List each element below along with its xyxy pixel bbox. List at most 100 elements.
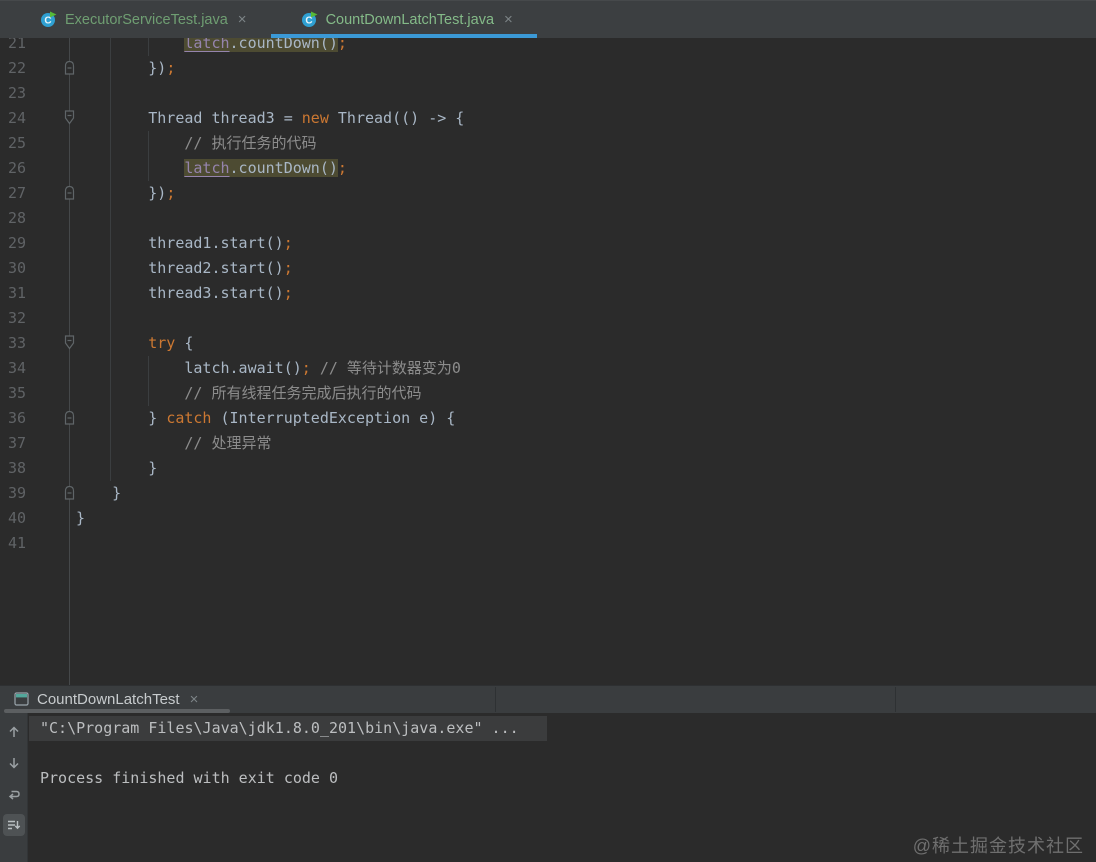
editor-line-row: 29 thread1.start(); [0,231,1096,256]
console-toolbar [0,713,28,862]
console-text: "C:\Program Files\Java\jdk1.8.0_201\bin\… [40,719,519,737]
editor-line-row: 36 } catch (InterruptedException e) { [0,406,1096,431]
code-token: } [76,409,167,427]
code-token: ; [166,59,176,77]
fold-end-icon[interactable] [62,184,77,201]
code-token: .countDown() [229,38,338,52]
code-token: new [301,109,329,127]
fold-end-icon[interactable] [62,59,77,76]
fold-start-icon[interactable] [62,109,77,126]
code-token: } [76,459,158,477]
editor-line-row: 21 latch.countDown(); [0,38,1096,56]
code-token: // 所有线程任务完成后执行的代码 [184,384,422,402]
run-console-tab[interactable]: CountDownLatchTest × [4,687,208,711]
code-line[interactable]: // 处理异常 [76,431,271,456]
scroll-to-end-icon[interactable] [2,814,25,836]
editor-line-row: 37 // 处理异常 [0,431,1096,456]
editor-line-row: 25 // 执行任务的代码 [0,131,1096,156]
line-number: 32 [8,309,27,327]
console-line: Process finished with exit code 0 [29,766,1096,791]
code-token: ; [301,359,311,377]
line-number: 40 [8,509,27,527]
code-token: ; [283,284,293,302]
code-token: }) [76,184,167,202]
code-line[interactable]: thread3.start(); [76,281,293,306]
rerun-arrow-icon[interactable] [3,783,25,805]
line-number: 21 [8,38,27,52]
line-number: 39 [8,484,27,502]
console-icon [14,692,29,706]
up-the-stack-trace-icon[interactable] [3,721,25,743]
fold-end-icon[interactable] [62,484,77,501]
editor-tab-countdownlatchtest[interactable]: C CountDownLatchTest.java × [270,1,537,38]
fold-start-icon[interactable] [62,334,77,351]
editor-line-row: 38 } [0,456,1096,481]
code-token: ; [337,38,347,52]
code-line[interactable]: latch.countDown(); [76,38,347,56]
code-token: .countDown() [229,159,338,177]
line-number: 22 [8,59,27,77]
code-token: }) [76,59,167,77]
code-line[interactable]: }); [76,181,175,206]
toolbar-separator [895,687,896,712]
editor-line-row: 27 }); [0,181,1096,206]
code-token: Thread thread3 = [76,109,302,127]
code-token: thread1.start() [76,234,284,252]
run-panel: CountDownLatchTest × "C:\Program Files\J… [0,685,1096,862]
code-line[interactable]: latch.await(); // 等待计数器变为0 [76,356,461,381]
editor-line-row: 33 try { [0,331,1096,356]
line-number: 34 [8,359,27,377]
run-tab-bar: CountDownLatchTest × [0,685,1096,713]
code-token: ; [283,259,293,277]
editor-line-row: 22 }); [0,56,1096,81]
editor-line-row: 32 [0,306,1096,331]
code-token: Thread(() -> { [328,109,465,127]
code-line[interactable]: thread1.start(); [76,231,293,256]
java-class-icon: C [301,11,318,28]
code-line[interactable]: } catch (InterruptedException e) { [76,406,455,431]
line-number: 28 [8,209,27,227]
editor-line-row: 30 thread2.start(); [0,256,1096,281]
close-icon[interactable]: × [236,12,249,27]
code-line[interactable]: } [76,456,157,481]
editor-line-row: 41 [0,531,1096,556]
line-number: 24 [8,109,27,127]
code-rows: 21 latch.countDown(); 22 }); 23 24 Thread t… [0,38,1096,556]
run-tab-label: CountDownLatchTest [37,690,180,708]
fold-end-icon[interactable] [62,409,77,426]
console-text: Process finished with exit code 0 [40,769,339,787]
code-token: latch [184,159,230,177]
code-line[interactable]: Thread thread3 = new Thread(() -> { [76,106,464,131]
code-line[interactable]: // 执行任务的代码 [76,131,316,156]
code-line[interactable]: } [76,481,121,506]
code-token: latch [184,38,230,52]
code-line[interactable]: try { [76,331,193,356]
editor-line-row: 28 [0,206,1096,231]
code-line[interactable]: // 所有线程任务完成后执行的代码 [76,381,421,406]
editor-tab-executorservicetest[interactable]: C ExecutorServiceTest.java × [10,1,271,38]
code-editor[interactable]: 21 latch.countDown(); 22 }); 23 24 Thread t… [0,38,1096,685]
line-number: 27 [8,184,27,202]
line-number: 37 [8,434,27,452]
editor-line-row: 35 // 所有线程任务完成后执行的代码 [0,381,1096,406]
watermark: @稀土掘金技术社区 [912,836,1084,856]
editor-line-row: 24 Thread thread3 = new Thread(() -> { [0,106,1096,131]
code-line[interactable]: thread2.start(); [76,256,293,281]
code-line[interactable]: }); [76,56,175,81]
editor-tab-bar: C ExecutorServiceTest.java × C CountDown… [0,0,1096,38]
close-icon[interactable]: × [502,12,515,27]
line-number: 26 [8,159,27,177]
code-line[interactable]: latch.countDown(); [76,156,347,181]
code-line[interactable]: } [76,506,85,531]
down-the-stack-trace-icon[interactable] [3,752,25,774]
code-token: } [76,484,122,502]
toolbar-separator [495,687,496,712]
console-line[interactable]: "C:\Program Files\Java\jdk1.8.0_201\bin\… [29,716,547,741]
code-token: thread3.start() [76,284,284,302]
close-icon[interactable]: × [188,692,201,707]
